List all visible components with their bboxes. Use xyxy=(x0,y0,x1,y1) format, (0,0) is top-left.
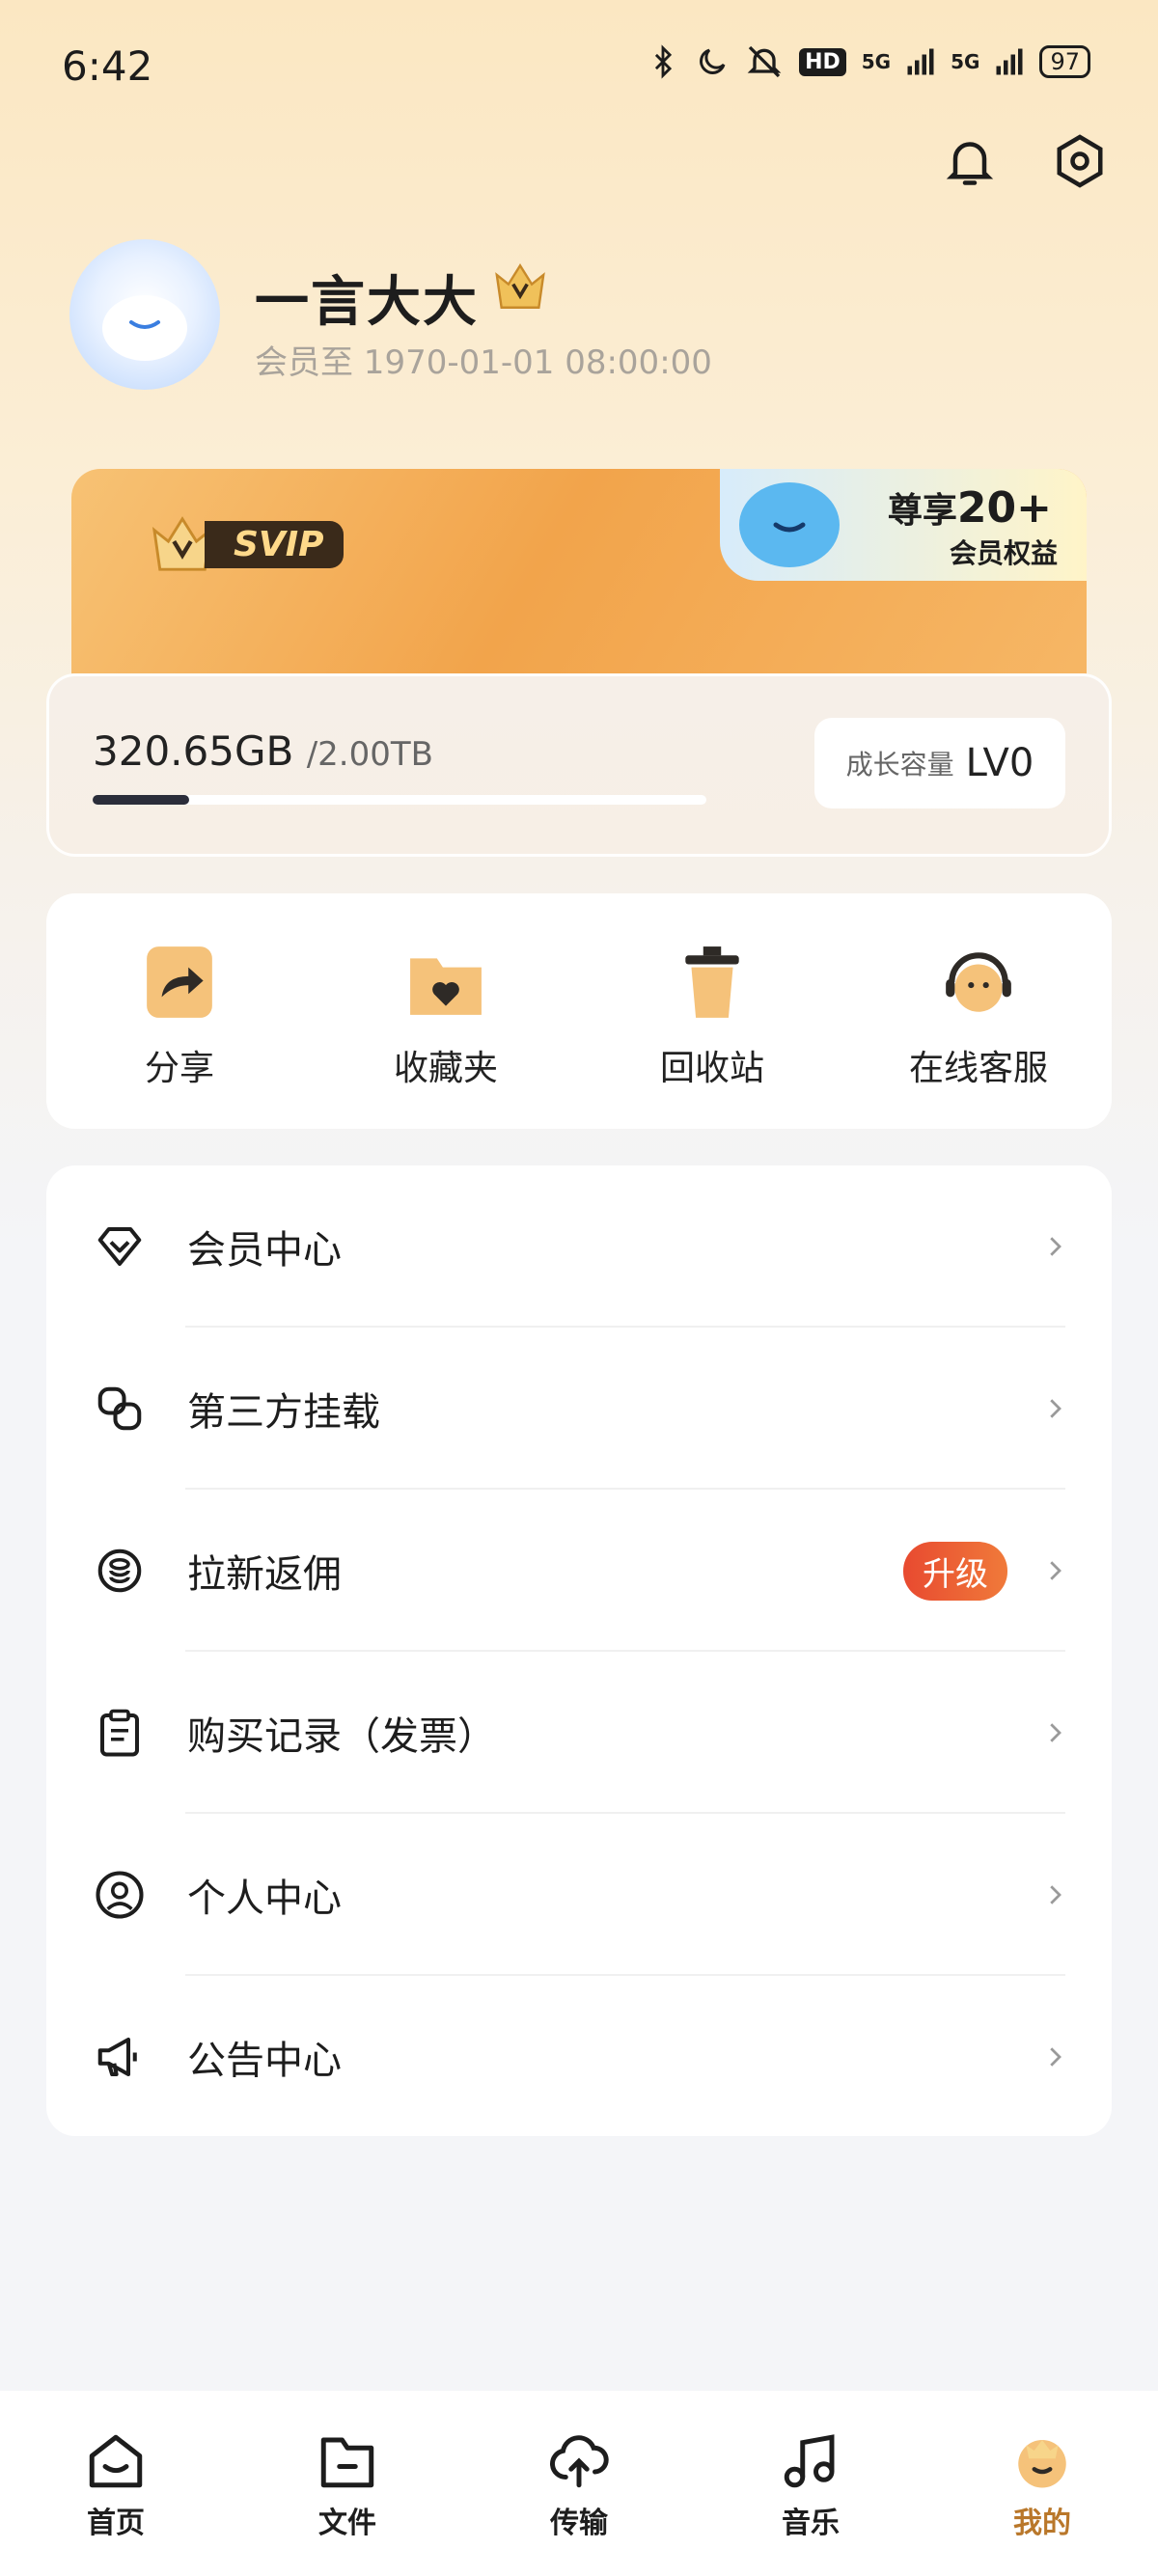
growth-level: LV0 xyxy=(965,741,1034,785)
growth-label: 成长容量 xyxy=(845,749,954,781)
megaphone-icon xyxy=(93,2030,147,2084)
signal-5g-icon-2: 5G xyxy=(951,50,980,73)
growth-capacity-button[interactable]: 成长容量 LV0 xyxy=(814,718,1065,808)
quick-actions: 分享 收藏夹 回收站 在线客服 xyxy=(46,893,1112,1129)
promo-title: 尊享20+ xyxy=(887,483,1052,533)
nav-music[interactable]: 音乐 xyxy=(695,2391,926,2576)
share-icon xyxy=(141,944,218,1021)
nav-transfer[interactable]: 传输 xyxy=(463,2391,695,2576)
hd-icon: HD xyxy=(799,47,846,76)
quick-customer-service[interactable]: 在线客服 xyxy=(845,893,1112,1129)
menu-label: 第三方挂载 xyxy=(187,1390,380,1435)
signal-5g-icon: 5G xyxy=(861,50,892,73)
nav-label: 文件 xyxy=(318,2507,376,2540)
bluetooth-icon xyxy=(654,44,673,79)
menu-item-announcement-center[interactable]: 公告中心 xyxy=(46,1976,1112,2138)
nav-home[interactable]: 首页 xyxy=(0,2391,232,2576)
quick-label: 收藏夹 xyxy=(393,1049,498,1088)
user-circle-icon xyxy=(93,1868,147,1922)
music-icon xyxy=(784,2434,835,2488)
signal-bars-icon xyxy=(907,48,934,75)
chevron-right-icon xyxy=(1050,1723,1062,1742)
recycle-bin-icon xyxy=(674,944,751,1021)
quick-share[interactable]: 分享 xyxy=(46,893,313,1129)
username: 一言大大 xyxy=(255,271,479,334)
storage-progress-fill xyxy=(93,795,189,805)
settings-gear-icon[interactable] xyxy=(1046,127,1114,195)
svip-badge: SVIP xyxy=(149,513,344,575)
menu-item-member-center[interactable]: 会员中心 xyxy=(46,1165,1112,1328)
menu-list: 会员中心 第三方挂载 拉新返佣 升级 购买记录（发票） 个人中心 公告中心 xyxy=(46,1165,1112,2136)
mute-bell-icon xyxy=(747,45,782,78)
upload-cloud-icon xyxy=(550,2435,609,2488)
chevron-right-icon xyxy=(1050,1237,1062,1256)
vip-crown-icon xyxy=(492,260,548,316)
quick-label: 回收站 xyxy=(659,1049,764,1088)
home-icon xyxy=(89,2434,143,2488)
vip-promo-tab[interactable]: 尊享20+ 会员权益 xyxy=(720,469,1087,581)
bottom-nav: 首页 文件 传输 音乐 我的 xyxy=(0,2391,1158,2576)
status-icons: HD 5G 5G 97 xyxy=(647,42,1090,81)
menu-item-third-party-mount[interactable]: 第三方挂载 xyxy=(46,1328,1112,1490)
coin-icon xyxy=(93,1544,147,1598)
storage-progress-bar xyxy=(93,795,706,805)
clipboard-icon xyxy=(93,1706,147,1760)
nav-label: 传输 xyxy=(550,2507,608,2540)
nav-mine[interactable]: 我的 xyxy=(926,2391,1158,2576)
menu-item-personal-center[interactable]: 个人中心 xyxy=(46,1814,1112,1976)
chevron-right-icon xyxy=(1050,1561,1062,1580)
quick-label: 分享 xyxy=(144,1049,214,1088)
chevron-right-icon xyxy=(1050,1399,1062,1418)
diamond-icon xyxy=(93,1219,147,1274)
menu-item-referral-commission[interactable]: 拉新返佣 升级 xyxy=(46,1490,1112,1652)
chevron-right-icon xyxy=(1050,2047,1062,2067)
storage-card[interactable]: 320.65GB /2.00TB 成长容量 LV0 xyxy=(46,673,1112,857)
menu-label: 拉新返佣 xyxy=(187,1552,342,1597)
svip-label: SVIP xyxy=(205,520,344,568)
chevron-right-icon xyxy=(1050,1885,1062,1905)
status-time: 6:42 xyxy=(62,42,153,90)
customer-service-icon xyxy=(940,944,1017,1021)
moon-icon xyxy=(700,48,726,74)
storage-total: /2.00TB xyxy=(306,735,433,774)
folder-icon xyxy=(320,2437,374,2488)
profile-avatar-icon xyxy=(1018,2440,1066,2488)
menu-label: 公告中心 xyxy=(187,2039,342,2083)
menu-item-purchase-records[interactable]: 购买记录（发票） xyxy=(46,1652,1112,1814)
battery-indicator: 97 xyxy=(1039,45,1090,78)
link-icon xyxy=(93,1382,147,1436)
nav-label: 首页 xyxy=(87,2507,145,2540)
nav-files[interactable]: 文件 xyxy=(232,2391,463,2576)
favorites-folder-icon xyxy=(407,944,484,1021)
quick-favorites[interactable]: 收藏夹 xyxy=(313,893,579,1129)
member-until: 会员至 1970-01-01 08:00:00 xyxy=(255,343,712,382)
mascot-cloud-icon xyxy=(739,482,840,567)
quick-label: 在线客服 xyxy=(908,1049,1048,1088)
promo-subtitle: 会员权益 xyxy=(949,537,1058,569)
menu-label: 购买记录（发票） xyxy=(187,1714,496,1759)
storage-usage: 320.65GB /2.00TB xyxy=(93,727,433,775)
notification-bell-icon[interactable] xyxy=(936,127,1004,195)
signal-bars-icon-2 xyxy=(996,48,1023,75)
quick-recycle-bin[interactable]: 回收站 xyxy=(579,893,845,1129)
nav-label: 音乐 xyxy=(782,2507,840,2540)
menu-label: 个人中心 xyxy=(187,1877,342,1921)
avatar[interactable] xyxy=(69,239,220,390)
menu-label: 会员中心 xyxy=(187,1228,342,1273)
storage-used: 320.65GB xyxy=(93,727,294,775)
nav-label: 我的 xyxy=(1013,2507,1071,2540)
upgrade-badge[interactable]: 升级 xyxy=(903,1541,1007,1601)
